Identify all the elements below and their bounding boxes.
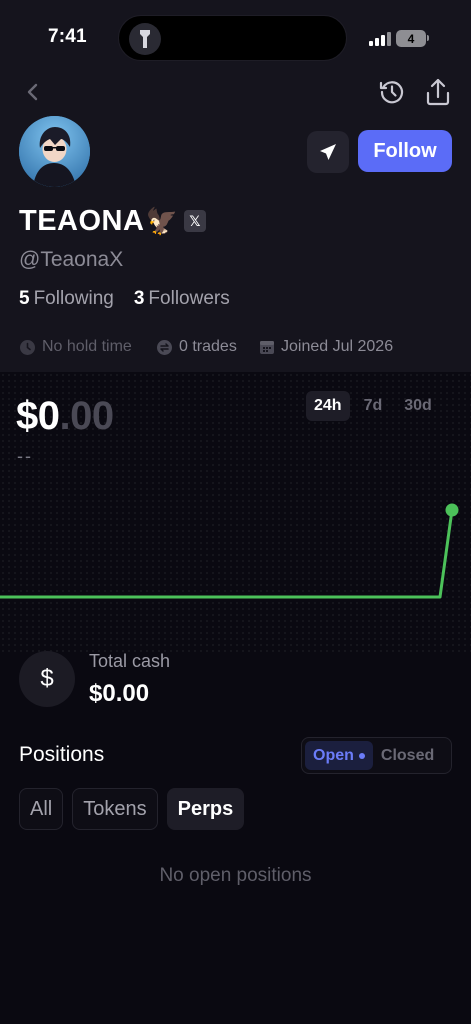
positions-filter-tabs: All Tokens Perps [19,788,245,830]
following-label: Following [33,288,114,309]
following-count: 5 [19,288,30,309]
trades-meta: 0 trades [156,338,237,356]
flashlight-icon [129,23,161,55]
swap-icon [157,339,172,355]
positions-title: Positions [19,743,105,766]
joined-meta: Joined Jul 2026 [259,338,393,356]
range-option[interactable]: 24h [306,391,350,421]
tab-perps[interactable]: Perps [166,788,245,830]
joined-text: Joined Jul 2026 [281,338,394,355]
toggle-open-label: Open [313,746,354,764]
range-option[interactable]: 7d [356,391,391,421]
range-option[interactable]: 30d [396,391,440,421]
total-cash-value: $0.00 [89,680,150,707]
tab-tokens[interactable]: Tokens [72,788,158,830]
share-icon[interactable] [424,77,452,107]
portfolio-line-chart [0,503,459,599]
battery-icon: 4 [396,30,426,47]
profile-name-row: TEAONA 🦅 𝕏 [19,204,206,238]
clock-icon [20,339,35,355]
back-chevron-icon[interactable] [24,80,42,104]
signal-icon [369,32,391,46]
profile-handle: @TeaonaX [19,248,124,271]
balance-change: -- [17,446,33,466]
following-link[interactable]: 5 Following [19,288,114,310]
avatar [19,116,90,187]
time-range-selector: 24h 7d 30d [306,391,440,421]
total-cash-label: Total cash [89,651,171,671]
positions-status-toggle: Open Closed [301,737,452,774]
hold-time-text: No hold time [42,338,132,355]
followers-link[interactable]: 3 Followers [134,288,230,310]
message-button[interactable] [307,131,349,173]
eagle-emoji: 🦅 [145,205,178,236]
paper-plane-icon [320,144,336,160]
portfolio-balance: $0.00 [16,394,114,439]
open-dot-icon [358,752,365,759]
toggle-open[interactable]: Open [305,741,373,770]
profile-name: TEAONA [19,204,145,237]
followers-label: Followers [148,288,230,309]
history-icon[interactable] [378,78,406,106]
follow-stats: 5 Following 3 Followers [19,288,230,310]
dynamic-island [118,15,347,61]
calendar-icon [260,341,274,354]
trades-text: 0 trades [179,338,237,355]
x-badge-icon[interactable]: 𝕏 [183,210,206,232]
chart-end-point [445,503,459,517]
follow-button[interactable]: Follow [358,130,452,172]
balance-whole: $0 [16,394,60,438]
hold-time-meta: No hold time [19,338,132,356]
dollar-icon: $ [19,651,75,707]
empty-positions-message: No open positions [159,865,312,886]
followers-count: 3 [133,288,145,309]
chart-series-line [0,509,454,599]
status-time: 7:41 [48,26,87,47]
toggle-closed[interactable]: Closed [381,747,434,765]
tab-all[interactable]: All [19,788,64,830]
balance-cents: .00 [59,394,115,438]
